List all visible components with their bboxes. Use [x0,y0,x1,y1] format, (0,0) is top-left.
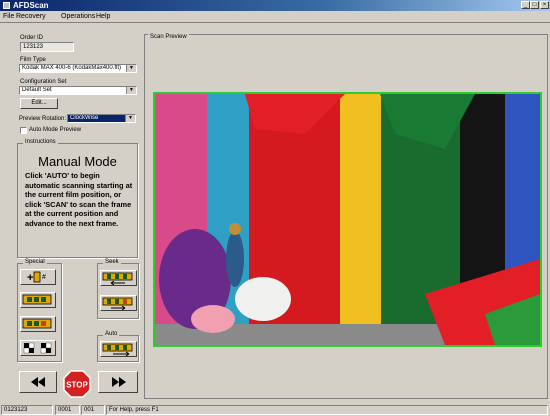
menu-bar: File Recovery Operations Help [0,11,550,23]
scan-film-icon [22,318,52,329]
status-frame: 001 [81,405,105,415]
title-bar: AFDScan _ □ × [0,0,550,11]
film-type-value: Kodak MAX 400-6 (KodakMax400.flt) [22,65,122,71]
edit-config-button[interactable]: Edit... [20,98,58,109]
svg-text:#: # [42,274,46,281]
auto-preview-label: Auto Mode Preview [29,127,82,133]
seek-back-button[interactable] [100,270,137,286]
order-id-label: Order ID [20,35,44,41]
fast-forward-button[interactable] [98,371,138,393]
stop-label: STOP [66,381,88,390]
preview-rotation-value: ClockWise [70,115,99,121]
preview-rotation-select[interactable]: ClockWise ▼ [67,114,136,123]
auto-group-label: Auto [103,331,120,337]
scan-frame-button[interactable] [20,292,56,308]
status-roll: 0001 [55,405,80,415]
app-icon [3,2,10,9]
instructions-text: Click 'AUTO' to begin automatic scanning… [25,171,133,228]
chevron-down-icon[interactable]: ▼ [126,87,136,94]
film-type-label: Film Type [20,57,46,63]
add-frame-button[interactable]: + # [20,269,56,285]
scan-preview-label: Scan Preview [148,34,189,40]
stop-button[interactable]: STOP [63,370,91,398]
rewind-icon [31,377,45,387]
minimize-button[interactable]: _ [521,1,530,9]
chevron-down-icon[interactable]: ▼ [125,115,135,122]
auto-scan-button[interactable] [100,341,137,357]
mode-title: Manual Mode [38,154,117,169]
scan-preview-image [153,92,542,347]
chevron-down-icon[interactable]: ▼ [126,65,136,72]
fast-forward-icon [112,377,126,387]
status-order-id: 0123123 [1,405,53,415]
config-set-label: Configuration Set [20,79,67,85]
seek-forward-button[interactable] [100,295,137,311]
seek-group-label: Seek [103,259,121,265]
checkerboard-icon [23,342,52,354]
seek-forward-icon [102,297,133,311]
menu-operations[interactable]: Operations [61,13,95,20]
order-id-field[interactable]: 123123 [20,42,74,52]
auto-scan-icon [102,343,133,357]
special-group-label: Special [23,259,47,265]
menu-recovery[interactable]: Recovery [16,13,46,20]
scan-frame-icon [22,294,52,305]
towels-photo [155,94,540,345]
preview-rotation-label: Preview Rotation: [19,116,67,122]
scan-film-button[interactable] [20,316,56,332]
seek-back-icon [102,272,133,286]
menu-file[interactable]: File [3,13,14,20]
instructions-group: Instructions Manual Mode Click 'AUTO' to… [17,139,138,258]
menu-help[interactable]: Help [96,13,110,20]
config-set-select[interactable]: Default Set ▼ [19,86,137,95]
stop-icon: STOP [63,370,91,398]
close-button[interactable]: × [540,1,549,9]
svg-text:+: + [27,272,33,284]
status-bar: 0123123 0001 001 For Help, press F1 [0,404,550,416]
auto-preview-checkbox[interactable] [20,127,27,134]
status-help: For Help, press F1 [106,405,548,415]
maximize-button[interactable]: □ [530,1,539,9]
checkerboard-button[interactable] [20,340,56,356]
config-set-value: Default Set [22,87,52,93]
film-type-select[interactable]: Kodak MAX 400-6 (KodakMax400.flt) ▼ [19,64,137,73]
add-frame-icon: + # [27,271,46,284]
rewind-button[interactable] [19,371,57,393]
window-title: AFDScan [13,1,49,10]
instructions-group-label: Instructions [23,139,58,145]
